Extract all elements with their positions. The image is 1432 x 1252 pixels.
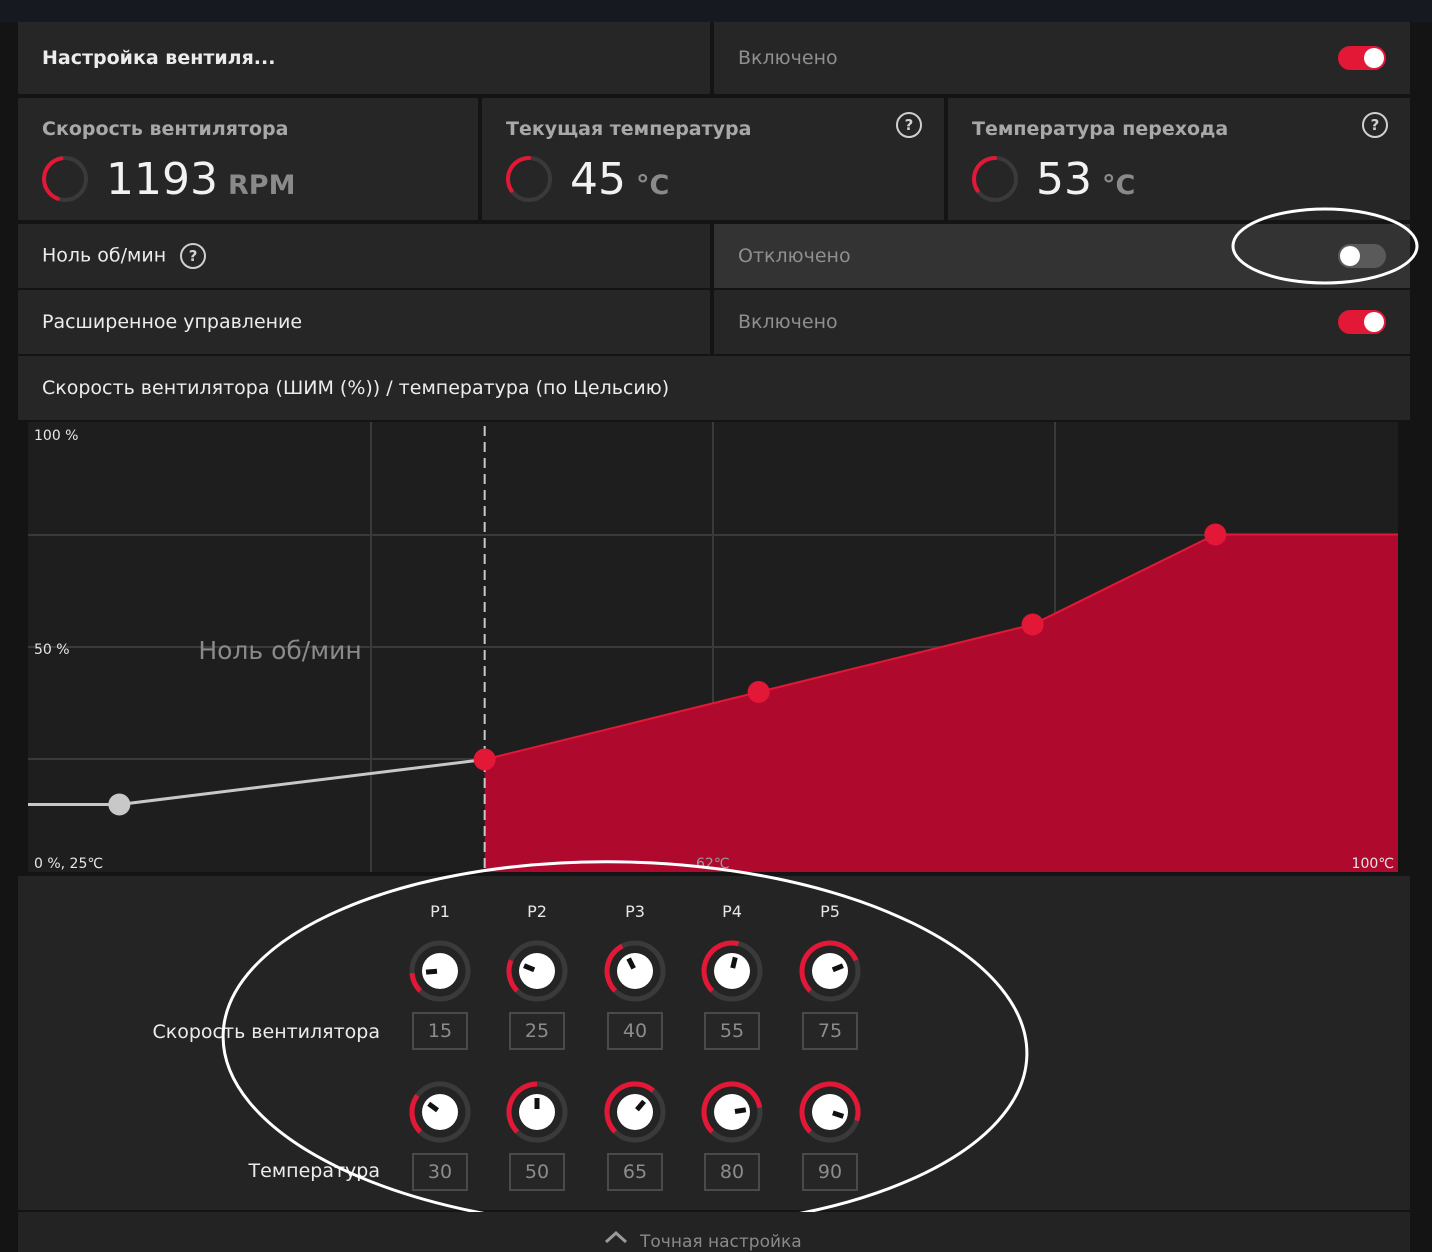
speed-knob-p4[interactable] bbox=[699, 938, 765, 1004]
fine-tune-expander[interactable]: Точная настройка bbox=[18, 1212, 1410, 1252]
point-header-p1: P1 bbox=[430, 902, 450, 921]
temp-knob-p1[interactable] bbox=[407, 1079, 473, 1145]
temp-knob-p4[interactable] bbox=[699, 1079, 765, 1145]
speed-row-label: Скорость вентилятора bbox=[152, 1021, 381, 1043]
temp-value-p4[interactable]: 80 bbox=[704, 1153, 760, 1191]
temp-value-p3[interactable]: 65 bbox=[607, 1153, 663, 1191]
temp-value-p1[interactable]: 30 bbox=[412, 1153, 468, 1191]
curve-point-inactive[interactable] bbox=[108, 793, 131, 816]
speed-value-p2[interactable]: 25 bbox=[509, 1012, 565, 1050]
origin-label: 0 %, 25℃ bbox=[34, 856, 103, 872]
speed-knob-p3[interactable] bbox=[602, 938, 668, 1004]
point-header-p5: P5 bbox=[820, 902, 840, 921]
temp-knob-p5[interactable] bbox=[797, 1079, 863, 1145]
temp-knob-p3[interactable] bbox=[602, 1079, 668, 1145]
temp-value-p5[interactable]: 90 bbox=[802, 1153, 858, 1191]
chevron-up-icon bbox=[604, 1230, 628, 1244]
speed-knob-p1[interactable] bbox=[407, 938, 473, 1004]
temp-knob-p2[interactable] bbox=[504, 1079, 570, 1145]
curve-point-p5[interactable] bbox=[1204, 523, 1227, 546]
speed-value-p3[interactable]: 40 bbox=[607, 1012, 663, 1050]
speed-knob-p5[interactable] bbox=[797, 938, 863, 1004]
speed-value-p1[interactable]: 15 bbox=[412, 1012, 468, 1050]
y-axis-max-label: 100 % bbox=[34, 428, 78, 444]
curve-point-p4[interactable] bbox=[1021, 613, 1044, 636]
point-header-p4: P4 bbox=[722, 902, 742, 921]
speed-value-p4[interactable]: 55 bbox=[704, 1012, 760, 1050]
curve-point-p3[interactable] bbox=[747, 681, 770, 703]
x-axis-mid-label: 62℃ bbox=[696, 856, 730, 872]
x-axis-max-label: 100℃ bbox=[1352, 856, 1394, 872]
speed-knob-p2[interactable] bbox=[504, 938, 570, 1004]
point-header-p3: P3 bbox=[625, 902, 645, 921]
fan-curve-chart[interactable]: 100 % 50 % 0 %, 25℃ 62℃ 100℃ Ноль об/мин bbox=[0, 0, 1432, 900]
zero-rpm-zone-label: Ноль об/мин bbox=[198, 636, 361, 665]
temp-value-p2[interactable]: 50 bbox=[509, 1153, 565, 1191]
y-axis-mid-label: 50 % bbox=[34, 642, 70, 658]
curve-point-p2[interactable] bbox=[473, 748, 496, 771]
fine-tune-label: Точная настройка bbox=[640, 1232, 802, 1252]
point-header-p2: P2 bbox=[527, 902, 547, 921]
speed-value-p5[interactable]: 75 bbox=[802, 1012, 858, 1050]
temp-row-label: Температура bbox=[248, 1160, 380, 1182]
